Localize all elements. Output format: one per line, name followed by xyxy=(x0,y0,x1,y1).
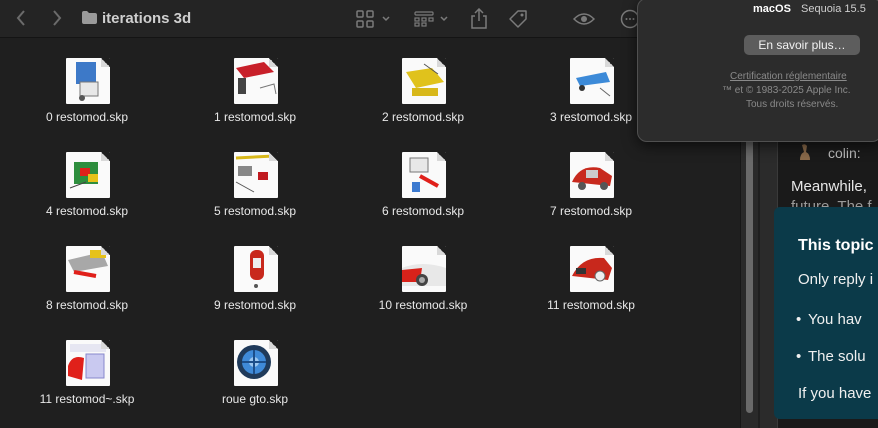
file-name: 8 restomod.skp xyxy=(45,298,129,312)
icon-view-grid-icon[interactable] xyxy=(356,10,374,28)
notice-text: If you have xyxy=(798,385,872,402)
file-name: 7 restomod.skp xyxy=(549,204,633,218)
post-author[interactable]: colin: xyxy=(828,145,861,161)
topic-notice-box: This topic Only reply i You hav The solu… xyxy=(774,207,878,419)
view-options-chevron-icon[interactable] xyxy=(382,16,390,22)
file-name: 5 restomod.skp xyxy=(213,204,297,218)
group-by-icon[interactable] xyxy=(414,11,434,27)
learn-more-button[interactable]: En savoir plus… xyxy=(744,35,860,55)
file-thumbnail-icon xyxy=(234,340,278,386)
file-name: 1 restomod.skp xyxy=(213,110,297,124)
copyright-text: ™ et © 1983-2025 Apple Inc. xyxy=(722,85,851,96)
file-thumbnail-icon xyxy=(402,152,446,198)
notice-text: Only reply i xyxy=(798,271,874,288)
post-text: Meanwhile, xyxy=(791,178,867,195)
folder-icon xyxy=(82,11,97,29)
file-name: 10 restomod.skp xyxy=(378,298,468,312)
file-name: 2 restomod.skp xyxy=(381,110,465,124)
quick-look-eye-icon[interactable] xyxy=(573,12,595,26)
file-name: 4 restomod.skp xyxy=(45,204,129,218)
group-chevron-icon[interactable] xyxy=(440,16,448,22)
file-thumbnail-icon xyxy=(402,246,446,292)
file-thumbnail-icon xyxy=(234,58,278,104)
file-thumbnail-icon xyxy=(402,58,446,104)
file-thumbnail-icon xyxy=(234,152,278,198)
file-thumbnail-icon xyxy=(234,246,278,292)
regulatory-certification-link[interactable]: Certification réglementaire xyxy=(730,71,847,82)
file-name: 11 restomod~.skp xyxy=(39,392,135,406)
notice-title: This topic xyxy=(798,237,874,254)
file-name: 6 restomod.skp xyxy=(381,204,465,218)
file-name: 0 restomod.skp xyxy=(45,110,129,124)
user-avatar-icon xyxy=(798,143,812,161)
file-thumbnail-icon xyxy=(570,246,614,292)
file-thumbnail-icon xyxy=(66,58,110,104)
file-thumbnail-icon xyxy=(66,246,110,292)
file-thumbnail-icon xyxy=(66,152,110,198)
window-title: iterations 3d xyxy=(102,10,192,27)
tag-icon[interactable] xyxy=(508,9,528,29)
back-chevron-icon[interactable] xyxy=(16,10,26,26)
file-thumbnail-icon xyxy=(570,152,614,198)
about-this-mac-window: macOS Sequoia 15.5 En savoir plus… Certi… xyxy=(637,0,878,142)
notice-bullet: The solu xyxy=(796,348,865,365)
rights-text: Tous droits réservés. xyxy=(746,99,839,110)
os-name: macOS xyxy=(753,3,791,15)
file-name: roue gto.skp xyxy=(221,392,289,406)
forward-chevron-icon[interactable] xyxy=(52,10,62,26)
file-name: 9 restomod.skp xyxy=(213,298,297,312)
file-thumbnail-icon xyxy=(570,58,614,104)
os-version: Sequoia 15.5 xyxy=(801,3,866,15)
file-name: 11 restomod.skp xyxy=(547,298,635,312)
notice-bullet: You hav xyxy=(796,311,862,328)
share-icon[interactable] xyxy=(470,8,488,30)
file-thumbnail-icon xyxy=(66,340,110,386)
